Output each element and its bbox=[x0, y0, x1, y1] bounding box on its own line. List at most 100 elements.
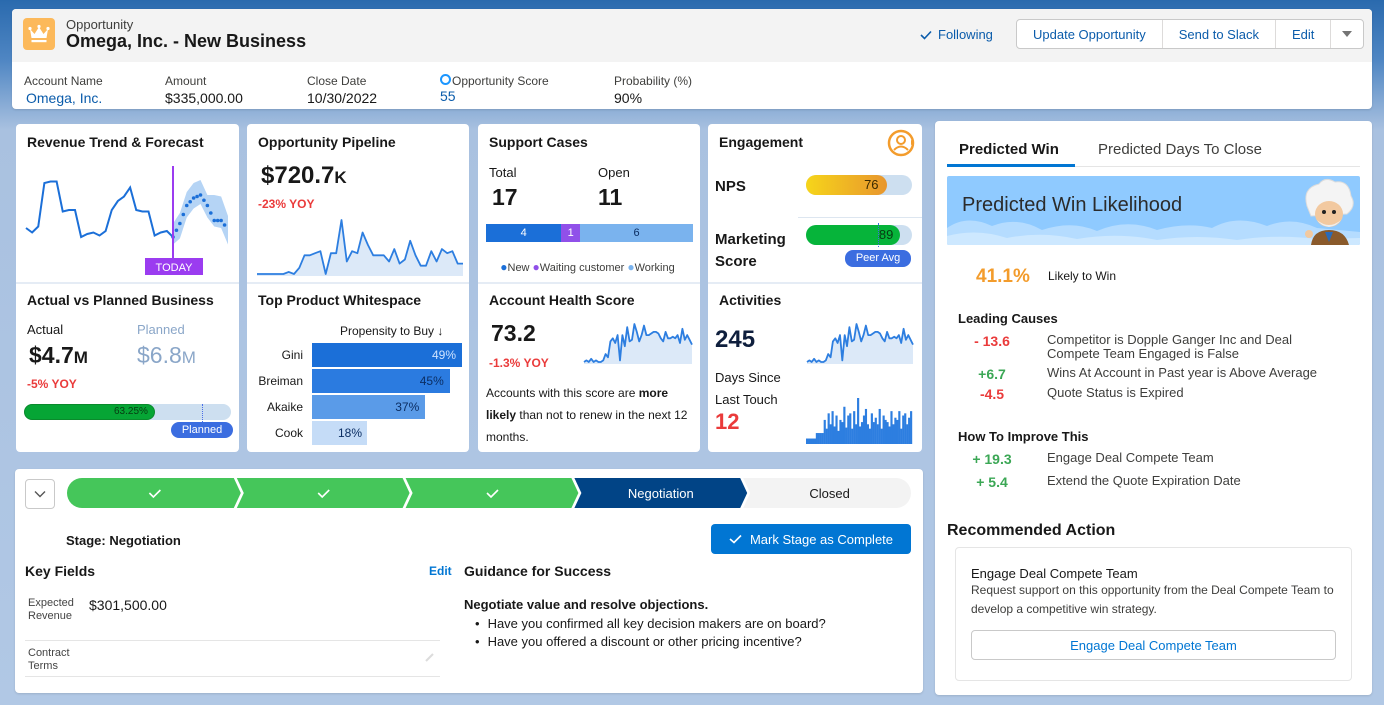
whitespace-column-header[interactable]: Propensity to Buy ↓ bbox=[340, 324, 443, 338]
forecast-dot bbox=[181, 212, 186, 217]
tile-engagement: Engagement NPS 76 Marketing Score 89 Peer… bbox=[708, 124, 922, 452]
total-value: 17 bbox=[492, 184, 518, 210]
activity-bar bbox=[880, 428, 883, 444]
improvement-value: + 5.4 bbox=[976, 474, 1008, 490]
pencil-edit-icon[interactable] bbox=[424, 651, 436, 663]
object-type-label: Opportunity bbox=[66, 17, 134, 32]
progress-label: 63.25% bbox=[114, 406, 148, 417]
marketing-fill: 89 bbox=[806, 225, 901, 245]
open-value: 11 bbox=[598, 184, 623, 210]
whitespace-bar[interactable]: 49% bbox=[312, 343, 462, 367]
legend-dot: ● bbox=[500, 260, 508, 274]
label-line: Last Touch bbox=[715, 392, 778, 407]
key-fields-title: Key Fields bbox=[25, 563, 96, 579]
whitespace-product-label: Akaike bbox=[266, 400, 303, 414]
tab-predicted-days-to-close[interactable]: Predicted Days To Close bbox=[1098, 141, 1262, 158]
activity-bar bbox=[813, 438, 817, 444]
activity-bar bbox=[806, 438, 809, 444]
path-stage-complete-3[interactable] bbox=[405, 478, 579, 508]
activity-bar bbox=[843, 406, 846, 444]
path-stage-complete-2[interactable] bbox=[236, 478, 410, 508]
label-line: Days Since bbox=[715, 370, 781, 385]
current-stage-label: Stage: Negotiation bbox=[66, 533, 181, 548]
check-icon bbox=[729, 534, 742, 544]
account-name-link[interactable]: Omega, Inc. bbox=[24, 90, 165, 106]
path-stage-complete-1[interactable] bbox=[67, 478, 241, 508]
improve-title: How To Improve This bbox=[958, 429, 1089, 444]
marketing-value: 89 bbox=[878, 227, 894, 242]
tile-pipeline: Opportunity Pipeline $720.7K -23% YOY To… bbox=[247, 124, 469, 452]
activity-bar bbox=[847, 415, 850, 444]
divider bbox=[708, 282, 922, 284]
key-field-row: Contract Terms bbox=[25, 647, 440, 677]
activity-bar bbox=[864, 408, 868, 444]
legend-dot: ● bbox=[532, 260, 540, 274]
guidance-item: Have you confirmed all key decision make… bbox=[475, 615, 826, 633]
planned-value: $6.8M bbox=[137, 342, 196, 369]
following-button[interactable]: Following bbox=[920, 27, 993, 42]
highlight-probability: Probability (%) 90% bbox=[614, 74, 764, 106]
key-fields-edit-link[interactable]: Edit bbox=[429, 564, 452, 578]
forecast-dot bbox=[184, 203, 189, 208]
forecast-dot bbox=[209, 211, 213, 215]
tile-title: Activities bbox=[719, 292, 782, 308]
forecast-dot bbox=[195, 194, 199, 199]
whitespace-product-label: Cook bbox=[274, 426, 303, 440]
activity-bar bbox=[837, 430, 840, 444]
days-since-value: 12 bbox=[715, 409, 740, 434]
whitespace-bar[interactable]: 18% bbox=[312, 421, 368, 445]
case-segment[interactable]: 4 bbox=[486, 224, 562, 242]
opportunity-score-link[interactable]: 55 bbox=[440, 88, 614, 104]
forecast-dot bbox=[178, 221, 182, 226]
activity-bar bbox=[868, 428, 871, 444]
field-label: Probability (%) bbox=[614, 74, 693, 88]
activity-bar bbox=[870, 413, 873, 444]
mark-complete-label: Mark Stage as Complete bbox=[749, 531, 894, 547]
activity-bar bbox=[821, 433, 824, 444]
pipeline-value: $720.7K bbox=[261, 162, 347, 190]
edit-button[interactable]: Edit bbox=[1276, 20, 1332, 48]
record-header: Opportunity Omega, Inc. - New Business F… bbox=[12, 9, 1372, 109]
improvement-text: Engage Deal Compete Team bbox=[1047, 450, 1214, 465]
activities-value: 245 bbox=[715, 326, 756, 353]
more-actions-button[interactable] bbox=[1331, 20, 1363, 48]
actual-value: $4.7M bbox=[29, 342, 88, 369]
case-segment[interactable]: 6 bbox=[580, 224, 693, 242]
activity-bar bbox=[851, 428, 854, 444]
activity-bar bbox=[898, 411, 901, 444]
whitespace-bar[interactable]: 45% bbox=[312, 369, 450, 393]
activity-bar bbox=[872, 422, 875, 444]
activity-bar bbox=[892, 424, 895, 444]
forecast-dot bbox=[202, 198, 206, 203]
activity-bar bbox=[904, 413, 907, 444]
activity-bar bbox=[853, 411, 856, 444]
activity-bar bbox=[884, 419, 887, 444]
path-stage-label: Negotiation bbox=[628, 486, 694, 501]
sparkline-area bbox=[584, 324, 692, 364]
case-segment[interactable]: 1 bbox=[561, 224, 581, 242]
activity-bar bbox=[839, 419, 842, 444]
user-refresh-icon[interactable] bbox=[886, 128, 916, 158]
win-likelihood-label: Likely to Win bbox=[1048, 269, 1117, 283]
whitespace-bar[interactable]: 37% bbox=[312, 395, 426, 419]
header-title-bar: Opportunity Omega, Inc. - New Business F… bbox=[12, 9, 1372, 62]
actual-amount: $4.7 bbox=[29, 342, 74, 368]
cases-stacked-bar: 416 bbox=[486, 224, 693, 242]
update-opportunity-button[interactable]: Update Opportunity bbox=[1017, 20, 1163, 48]
planned-marker bbox=[202, 404, 204, 424]
pipeline-sparkline bbox=[257, 219, 463, 276]
improvement-text: Extend the Quote Expiration Date bbox=[1047, 473, 1241, 488]
engage-deal-compete-team-button[interactable]: Engage Deal Compete Team bbox=[971, 630, 1336, 660]
cases-legend: ●New ●Waiting customer ●Working bbox=[478, 260, 700, 274]
activity-bar bbox=[859, 426, 862, 444]
activity-bar bbox=[860, 422, 864, 444]
mark-stage-complete-button[interactable]: Mark Stage as Complete bbox=[711, 524, 911, 554]
activity-bar bbox=[878, 408, 881, 444]
send-to-slack-button[interactable]: Send to Slack bbox=[1163, 20, 1276, 48]
path-toggle-button[interactable] bbox=[25, 479, 55, 509]
field-label: Amount bbox=[165, 74, 207, 88]
activity-bar bbox=[815, 433, 818, 444]
tab-predicted-win[interactable]: Predicted Win bbox=[959, 141, 1059, 158]
tile-support-cases: Support Cases Total Open 17 11 416 ●New ●… bbox=[478, 124, 700, 452]
active-tab-indicator bbox=[947, 164, 1075, 167]
